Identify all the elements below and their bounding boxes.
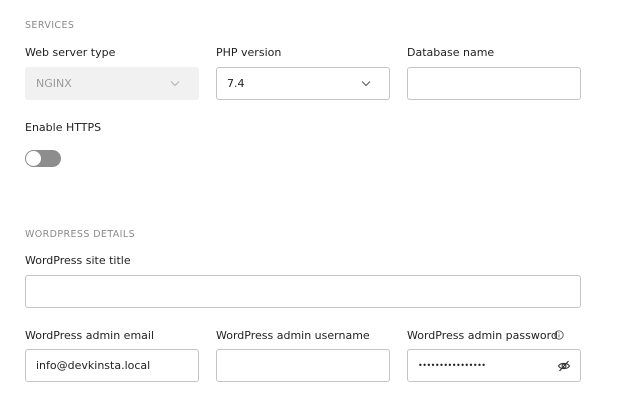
database-name-label: Database name <box>407 46 495 59</box>
php-version-value: 7.4 <box>227 77 245 90</box>
web-server-type-value: NGINX <box>36 77 72 90</box>
admin-password-masked: •••••••••••••••• <box>418 361 486 370</box>
services-section-title: SERVICES <box>25 20 75 31</box>
enable-https-label: Enable HTTPS <box>25 121 102 134</box>
admin-password-label: WordPress admin password <box>407 329 558 342</box>
admin-email-input[interactable]: info@devkinsta.local <box>25 349 199 382</box>
database-name-input[interactable] <box>407 67 581 100</box>
admin-password-input[interactable]: •••••••••••••••• <box>407 349 581 382</box>
toggle-knob <box>26 151 41 166</box>
admin-username-input[interactable] <box>216 349 390 382</box>
chevron-down-icon <box>361 81 371 87</box>
site-setup-form: SERVICES Web server type NGINX PHP versi… <box>0 0 619 400</box>
admin-email-label: WordPress admin email <box>25 329 155 342</box>
wordpress-details-section-title: WORDPRESS DETAILS <box>25 229 136 240</box>
site-title-input[interactable] <box>25 275 581 308</box>
eye-off-icon[interactable] <box>557 359 571 373</box>
chevron-down-icon <box>170 81 180 87</box>
php-version-select[interactable]: 7.4 <box>216 67 390 100</box>
admin-email-value: info@devkinsta.local <box>36 359 151 372</box>
php-version-label: PHP version <box>216 46 282 59</box>
enable-https-toggle[interactable] <box>25 150 61 167</box>
admin-username-label: WordPress admin username <box>216 329 370 342</box>
web-server-type-select: NGINX <box>25 67 199 100</box>
web-server-type-label: Web server type <box>25 46 116 59</box>
info-icon[interactable] <box>554 330 564 340</box>
site-title-label: WordPress site title <box>25 254 131 267</box>
